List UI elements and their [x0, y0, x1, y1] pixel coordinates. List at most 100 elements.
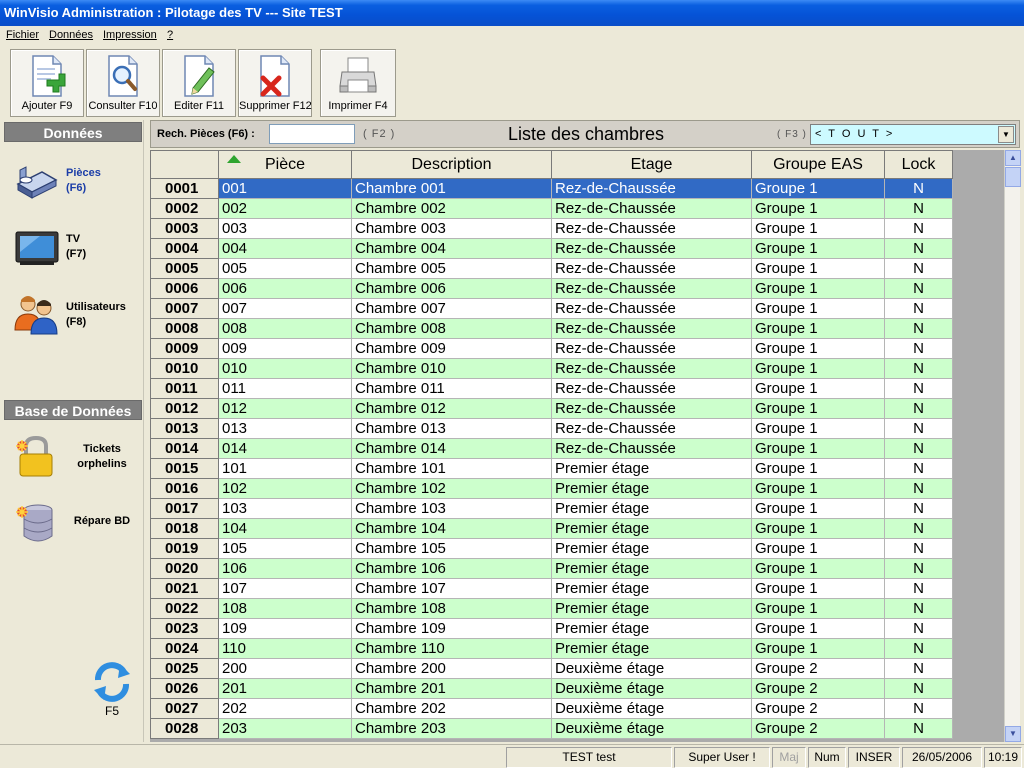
cell-groupe-eas: Groupe 1 — [751, 258, 885, 279]
cell-description: Chambre 004 — [351, 238, 552, 259]
status-caps: Maj — [772, 747, 806, 768]
nav-item-tv[interactable]: TV (F7) — [8, 220, 140, 276]
cell-lock: N — [884, 618, 953, 639]
table-row[interactable]: 0027 202 Chambre 202 Deuxième étage Groupe 2… — [150, 698, 953, 719]
nav-item-utilisateurs[interactable]: Utilisateurs (F8) — [8, 288, 140, 344]
cell-etage: Rez-de-Chaussée — [551, 258, 752, 279]
table-row[interactable]: 0001 001 Chambre 001 Rez-de-Chaussée Groupe … — [150, 178, 953, 199]
column-header-lock[interactable]: Lock — [884, 150, 953, 179]
column-header-etage[interactable]: Etage — [551, 150, 752, 179]
cell-piece: 002 — [218, 198, 352, 219]
table-row[interactable]: 0028 203 Chambre 203 Deuxième étage Groupe 2… — [150, 718, 953, 739]
add-label: Ajouter F9 — [21, 100, 73, 112]
table-row[interactable]: 0006 006 Chambre 006 Rez-de-Chaussée Groupe … — [150, 278, 953, 299]
chevron-down-icon[interactable]: ▼ — [998, 126, 1014, 143]
table-row[interactable]: 0012 012 Chambre 012 Rez-de-Chaussée Groupe … — [150, 398, 953, 419]
table-row[interactable]: 0024 110 Chambre 110 Premier étage Groupe 1N — [150, 638, 953, 659]
table-row[interactable]: 0015 101 Chambre 101 Premier étage Groupe 1N — [150, 458, 953, 479]
scroll-down-icon[interactable]: ▼ — [1005, 726, 1021, 742]
cell-groupe-eas: Groupe 1 — [751, 578, 885, 599]
table-row[interactable]: 0009 009 Chambre 009 Rez-de-Chaussée Groupe … — [150, 338, 953, 359]
table-row[interactable]: 0018 104 Chambre 104 Premier étage Groupe 1N — [150, 518, 953, 539]
delete-button[interactable]: Supprimer F12 — [238, 49, 312, 117]
cell-groupe-eas: Groupe 2 — [751, 658, 885, 679]
cell-etage: Rez-de-Chaussée — [551, 438, 752, 459]
table-row[interactable]: 0005 005 Chambre 005 Rez-de-Chaussée Groupe … — [150, 258, 953, 279]
cell-etage: Rez-de-Chaussée — [551, 338, 752, 359]
nav-item-pieces[interactable]: Pièces (F6) — [8, 154, 140, 210]
cell-groupe-eas: Groupe 1 — [751, 518, 885, 539]
cell-etage: Rez-de-Chaussée — [551, 378, 752, 399]
menu-donnees[interactable]: Données — [49, 29, 93, 41]
nav-item-tickets-orphelins[interactable]: Tickets orphelins — [8, 430, 140, 486]
consult-button[interactable]: Consulter F10 — [86, 49, 160, 117]
cell-lock: N — [884, 298, 953, 319]
cell-piece: 014 — [218, 438, 352, 459]
cell-groupe-eas: Groupe 1 — [751, 338, 885, 359]
cell-etage: Rez-de-Chaussée — [551, 198, 752, 219]
cell-groupe-eas: Groupe 2 — [751, 718, 885, 739]
search-input[interactable] — [269, 124, 355, 144]
consult-label: Consulter F10 — [88, 100, 158, 112]
add-button[interactable]: Ajouter F9 — [10, 49, 84, 117]
column-header-piece[interactable]: Pièce — [218, 150, 352, 179]
cell-lock: N — [884, 458, 953, 479]
table-row[interactable]: 0020 106 Chambre 106 Premier étage Groupe 1N — [150, 558, 953, 579]
table-row[interactable]: 0002 002 Chambre 002 Rez-de-Chaussée Groupe … — [150, 198, 953, 219]
table-row[interactable]: 0021 107 Chambre 107 Premier étage Groupe 1N — [150, 578, 953, 599]
filter-dropdown[interactable]: < T O U T > ▼ — [810, 124, 1016, 145]
table-row[interactable]: 0007 007 Chambre 007 Rez-de-Chaussée Groupe … — [150, 298, 953, 319]
cell-groupe-eas: Groupe 1 — [751, 178, 885, 199]
cell-piece: 101 — [218, 458, 352, 479]
cell-piece: 110 — [218, 638, 352, 659]
menu-help[interactable]: ? — [167, 29, 173, 41]
table-row[interactable]: 0026 201 Chambre 201 Deuxième étage Groupe 2… — [150, 678, 953, 699]
cell-description: Chambre 202 — [351, 698, 552, 719]
cell-piece: 104 — [218, 518, 352, 539]
table-row[interactable]: 0013 013 Chambre 013 Rez-de-Chaussée Groupe … — [150, 418, 953, 439]
nav-item-repare-bd[interactable]: Répare BD — [8, 496, 140, 552]
table-row[interactable]: 0011 011 Chambre 011 Rez-de-Chaussée Groupe … — [150, 378, 953, 399]
cell-etage: Premier étage — [551, 458, 752, 479]
table-row[interactable]: 0008 008 Chambre 008 Rez-de-Chaussée Groupe … — [150, 318, 953, 339]
table-row[interactable]: 0023 109 Chambre 109 Premier étage Groupe 1N — [150, 618, 953, 639]
nav-pieces-text: Pièces — [66, 167, 101, 179]
row-number: 0022 — [150, 598, 219, 619]
scroll-up-icon[interactable]: ▲ — [1005, 150, 1021, 166]
edit-button[interactable]: Editer F11 — [162, 49, 236, 117]
menu-impression[interactable]: Impression — [103, 29, 157, 41]
table-row[interactable]: 0017 103 Chambre 103 Premier étage Groupe 1N — [150, 498, 953, 519]
table-row[interactable]: 0016 102 Chambre 102 Premier étage Groupe 1N — [150, 478, 953, 499]
row-number: 0018 — [150, 518, 219, 539]
table-header-row: Pièce Description Etage Groupe EAS Lock — [150, 150, 953, 179]
vertical-scrollbar[interactable]: ▲ ▼ — [1004, 150, 1021, 742]
cell-description: Chambre 009 — [351, 338, 552, 359]
table-row[interactable]: 0019 105 Chambre 105 Premier étage Groupe 1N — [150, 538, 953, 559]
cell-lock: N — [884, 638, 953, 659]
table-row[interactable]: 0003 003 Chambre 003 Rez-de-Chaussée Groupe … — [150, 218, 953, 239]
column-header-description[interactable]: Description — [351, 150, 552, 179]
row-number: 0024 — [150, 638, 219, 659]
refresh-button[interactable]: F5 — [88, 660, 136, 720]
table-row[interactable]: 0022 108 Chambre 108 Premier étage Groupe 1N — [150, 598, 953, 619]
nav-pieces-shortcut: (F6) — [66, 182, 87, 194]
toolbar: Ajouter F9 Consulter F10 Editer F11 Supp… — [0, 46, 1024, 118]
table-row[interactable]: 0010 010 Chambre 010 Rez-de-Chaussée Groupe … — [150, 358, 953, 379]
table-row[interactable]: 0014 014 Chambre 014 Rez-de-Chaussée Groupe … — [150, 438, 953, 459]
database-repair-icon — [16, 504, 53, 542]
cell-description: Chambre 106 — [351, 558, 552, 579]
cell-etage: Premier étage — [551, 538, 752, 559]
scroll-thumb[interactable] — [1005, 167, 1021, 187]
cell-description: Chambre 001 — [351, 178, 552, 199]
nav-tv-label: TV (F7) — [66, 232, 86, 262]
section-base-de-donnees: Base de Données — [4, 400, 142, 420]
table-row[interactable]: 0025 200 Chambre 200 Deuxième étage Groupe 2… — [150, 658, 953, 679]
column-header-groupe-eas[interactable]: Groupe EAS — [751, 150, 885, 179]
cell-groupe-eas: Groupe 1 — [751, 198, 885, 219]
print-button[interactable]: Imprimer F4 — [320, 49, 396, 117]
table-row[interactable]: 0004 004 Chambre 004 Rez-de-Chaussée Groupe … — [150, 238, 953, 259]
row-number: 0028 — [150, 718, 219, 739]
menu-fichier[interactable]: Fichier — [6, 29, 39, 41]
cell-piece: 004 — [218, 238, 352, 259]
cell-description: Chambre 008 — [351, 318, 552, 339]
